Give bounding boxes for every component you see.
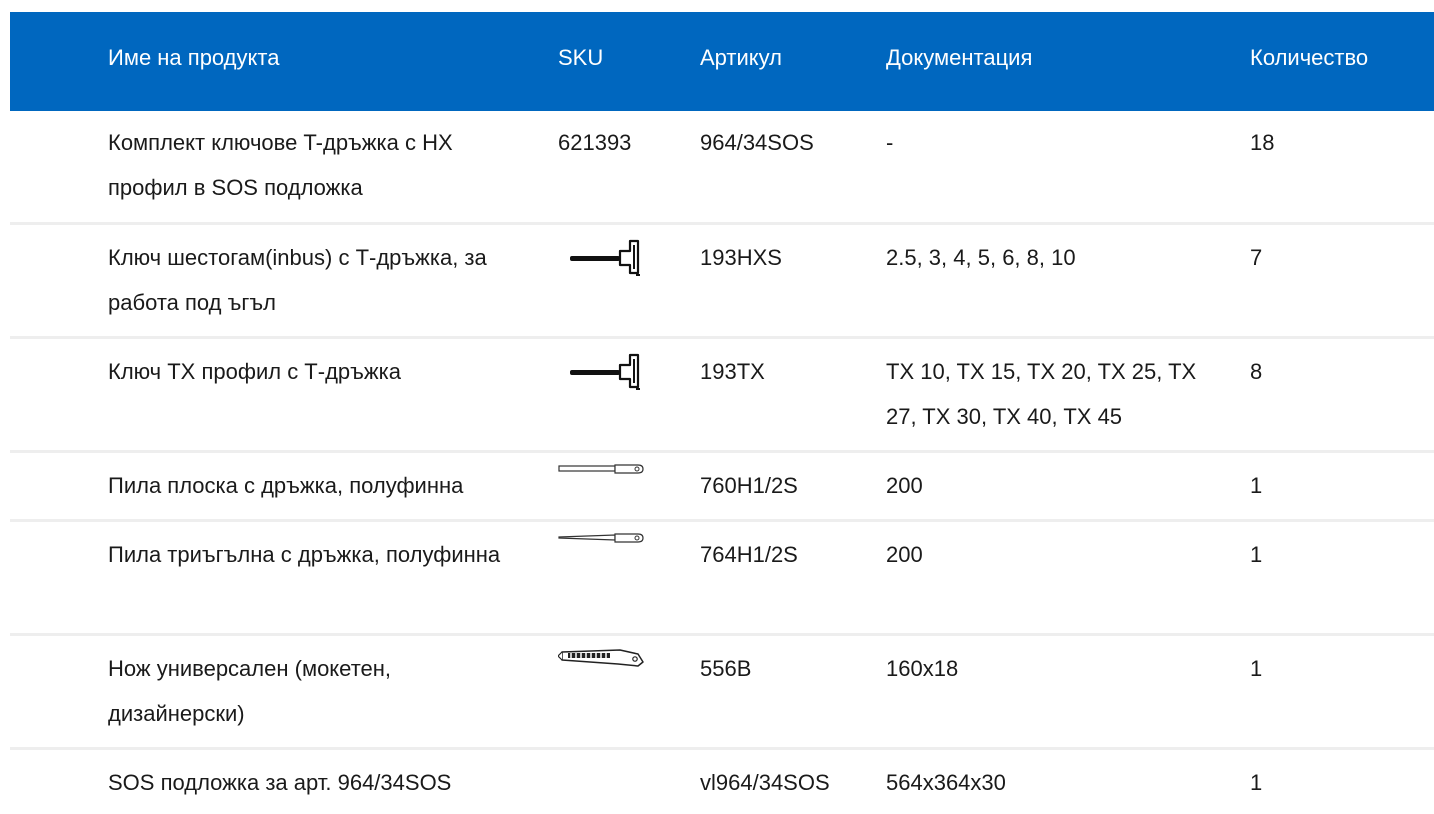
table-row: Пила плоска с дръжка, полуфинна 760H1/2S… (10, 453, 1434, 522)
product-article: 193TX (700, 359, 765, 384)
product-quantity: 1 (1250, 770, 1263, 795)
product-documentation: - (886, 130, 894, 155)
t-handle-key-icon (570, 239, 640, 276)
header-name: Име на продукта (108, 45, 280, 70)
product-name: Нож универсален (мокетен, дизайнерски) (108, 656, 392, 726)
product-name: Пила триъгълна с дръжка, полуфинна (108, 542, 501, 567)
table-row: SOS подложка за арт. 964/34SOS vl964/34S… (10, 750, 1434, 814)
header-documentation: Документация (886, 45, 1033, 70)
product-quantity: 18 (1250, 130, 1275, 155)
header-article: Артикул (700, 45, 783, 70)
table-row: Ключ TX профил с Т-дръжка 193TX TX 10, T… (10, 339, 1434, 453)
product-article: vl964/34SOS (700, 770, 830, 795)
product-name: SOS подложка за арт. 964/34SOS (108, 770, 452, 795)
table-row: Пила триъгълна с дръжка, полуфинна 764H1… (10, 522, 1434, 636)
table-row: Нож универсален (мокетен, дизайнерски) 5… (10, 636, 1434, 750)
product-documentation: 200 (886, 542, 923, 567)
table-row: Ключ шестогам(inbus) с Т-дръжка, за рабо… (10, 225, 1434, 339)
t-handle-key-icon (570, 353, 640, 390)
product-name: Ключ шестогам(inbus) с Т-дръжка, за рабо… (108, 245, 487, 315)
header-sku: SKU (558, 45, 604, 70)
product-quantity: 1 (1250, 542, 1263, 567)
table-header: Име на продукта SKU Артикул Документация… (10, 12, 1434, 111)
product-quantity: 8 (1250, 359, 1263, 384)
product-sku: 621393 (558, 130, 632, 155)
product-article: 760H1/2S (700, 473, 798, 498)
product-documentation: 2.5, 3, 4, 5, 6, 8, 10 (886, 245, 1076, 270)
product-quantity: 1 (1250, 656, 1263, 681)
product-article: 193HXS (700, 245, 782, 270)
product-documentation: 200 (886, 473, 923, 498)
product-quantity: 1 (1250, 473, 1263, 498)
product-article: 556B (700, 656, 752, 681)
utility-knife-icon (558, 649, 644, 667)
product-table: Име на продукта SKU Артикул Документация… (10, 12, 1434, 814)
header-quantity: Количество (1250, 45, 1369, 70)
table-row: Комплект ключове T-дръжка с HX профил в … (10, 111, 1434, 225)
product-quantity: 7 (1250, 245, 1263, 270)
product-name: Ключ TX профил с Т-дръжка (108, 359, 401, 384)
product-article: 764H1/2S (700, 542, 798, 567)
product-documentation: TX 10, TX 15, TX 20, TX 25, TX 27, TX 30… (886, 359, 1197, 429)
flat-file-icon (558, 464, 644, 474)
product-documentation: 160x18 (886, 656, 959, 681)
product-documentation: 564x364x30 (886, 770, 1006, 795)
triangular-file-icon (558, 533, 644, 543)
product-article: 964/34SOS (700, 130, 814, 155)
product-name: Пила плоска с дръжка, полуфинна (108, 473, 464, 498)
product-name: Комплект ключове T-дръжка с HX профил в … (108, 130, 453, 200)
